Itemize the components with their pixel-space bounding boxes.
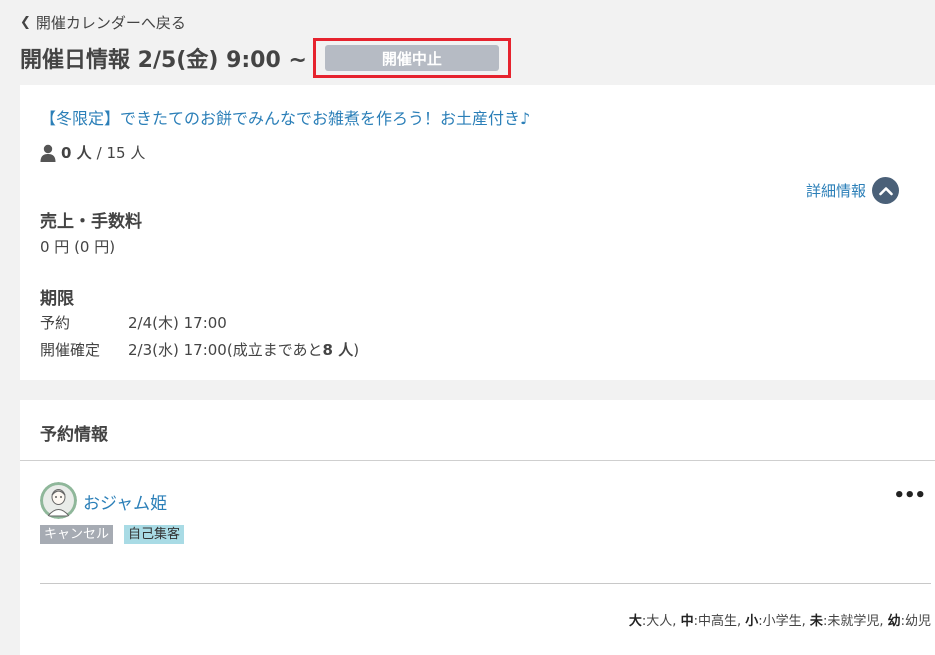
remaining-count: 8 人 — [322, 341, 354, 359]
legend-key: 中 — [680, 614, 694, 629]
divider — [40, 583, 931, 584]
page-title: 開催日情報 2/5(金) 9:00 ~ — [20, 48, 307, 73]
chevron-up-icon — [872, 177, 899, 204]
cancel-tag: キャンセル — [40, 525, 114, 544]
reservation-heading: 予約情報 — [40, 425, 108, 445]
deadline-row-confirm: 開催確定 2/3(水) 17:00(成立まであと8 人) — [40, 339, 359, 360]
detail-info-label: 詳細情報 — [805, 182, 866, 200]
legend-text: :小学生, — [758, 614, 810, 629]
participant-number: 0 人 — [61, 144, 92, 162]
more-horizontal-icon[interactable]: ••• — [893, 485, 926, 506]
participant-count: 0 人 / 15 人 — [40, 142, 145, 163]
status-badge: 開催中止 — [324, 45, 499, 71]
legend-text: :幼児 — [900, 614, 931, 629]
deadline-label: 開催確定 — [40, 341, 101, 359]
fees-value: 0 円 (0 円) — [40, 238, 116, 256]
page-header: 開催日情報 2/5(金) 9:00 ~ 開催中止 — [20, 38, 511, 78]
reserver-name-link[interactable]: おジャム姫 — [83, 489, 167, 514]
deadline-heading: 期限 — [40, 289, 74, 309]
deadline-value-prefix: 2/3(水) 17:00(成立まであと — [128, 341, 323, 359]
reservation-card: 予約情報 おジャム姫 ••• キャンセル 自己集客 大:大人, 中:中高生, 小… — [20, 400, 935, 655]
age-legend: 大:大人, 中:中高生, 小:小学生, 未:未就学児, 幼:幼児 — [629, 610, 931, 629]
chevron-left-icon: ❮ — [20, 15, 31, 30]
person-icon — [40, 144, 56, 162]
deadline-value: 2/4(木) 17:00 — [128, 314, 227, 332]
fees-heading: 売上・手数料 — [40, 212, 142, 232]
deadline-label: 予約 — [40, 314, 71, 332]
legend-key: 大 — [628, 614, 642, 629]
event-info-card: 【冬限定】できたてのお餅でみんなでお雑煮を作ろう！お土産付き♪ 0 人 / 15… — [20, 85, 935, 380]
deadline-value-suffix: ) — [353, 341, 360, 359]
back-link-label: 開催カレンダーへ戻る — [35, 14, 186, 32]
event-title-link[interactable]: 【冬限定】できたてのお餅でみんなでお雑煮を作ろう！お土産付き♪ — [40, 105, 530, 129]
deadline-value: 2/3(水) 17:00(成立まであと8 人) — [128, 339, 359, 360]
avatar[interactable] — [40, 482, 77, 519]
deadline-row-reservation: 予約 2/4(木) 17:00 — [40, 312, 227, 333]
legend-key: 小 — [745, 614, 759, 629]
detail-info-toggle[interactable]: 詳細情報 — [806, 177, 899, 204]
legend-key: 幼 — [887, 614, 901, 629]
legend-key: 未 — [809, 614, 823, 629]
legend-text: :大人, — [641, 614, 681, 629]
back-to-calendar-link[interactable]: ❮ 開催カレンダーへ戻る — [20, 12, 186, 33]
capacity-total: / 15 人 — [96, 144, 146, 162]
legend-text: :中高生, — [693, 614, 746, 629]
self-acquisition-tag: 自己集客 — [124, 525, 185, 544]
legend-text: :未就学児, — [822, 614, 888, 629]
status-highlight: 開催中止 — [312, 38, 511, 78]
divider — [20, 460, 935, 461]
